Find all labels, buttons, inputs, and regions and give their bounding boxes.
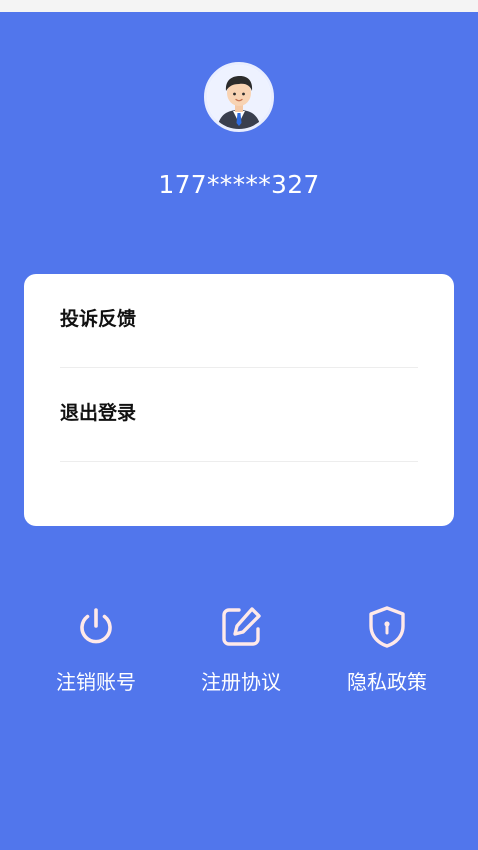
registration-agreement-button[interactable]: 注册协议 <box>181 604 301 704</box>
menu-item-logout[interactable]: 退出登录 <box>60 368 418 462</box>
cancel-account-button[interactable]: 注销账号 <box>36 604 156 704</box>
phone-number: 177*****327 <box>158 170 320 199</box>
menu-item-label: 投诉反馈 <box>60 308 137 330</box>
privacy-policy-button[interactable]: 隐私政策 <box>327 604 447 704</box>
action-label: 注销账号 <box>56 670 136 694</box>
action-label: 注册协议 <box>201 670 281 694</box>
menu-item-feedback[interactable]: 投诉反馈 <box>60 274 418 368</box>
power-icon <box>80 608 112 644</box>
menu-item-label: 退出登录 <box>60 402 137 424</box>
action-label: 隐私政策 <box>347 670 427 694</box>
shield-lock-icon <box>369 606 405 648</box>
edit-document-icon <box>222 607 261 646</box>
businessman-avatar-icon <box>207 65 271 129</box>
divider <box>60 461 418 462</box>
avatar[interactable] <box>204 62 274 132</box>
menu-card: 投诉反馈 退出登录 <box>24 274 454 526</box>
status-bar <box>0 0 478 12</box>
